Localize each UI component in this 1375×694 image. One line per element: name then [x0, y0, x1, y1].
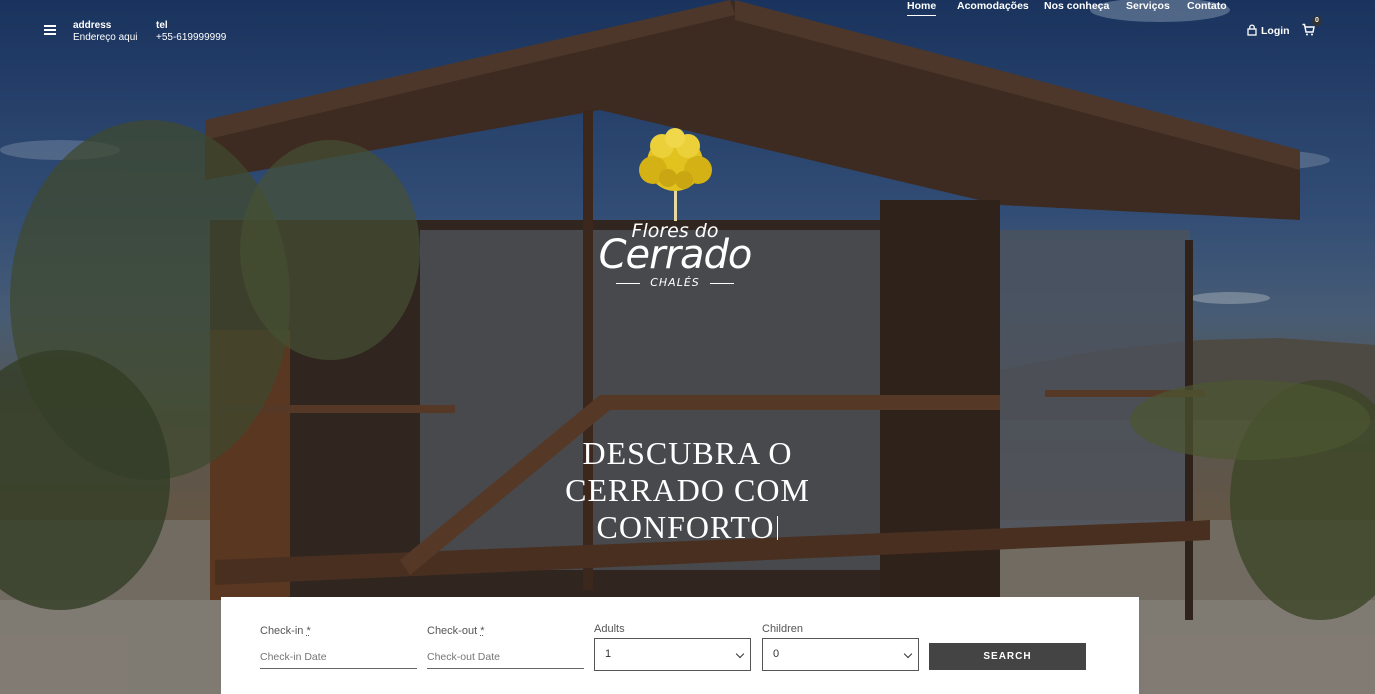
search-button[interactable]: SEARCH: [929, 643, 1086, 670]
yellow-tree-icon: [639, 128, 712, 221]
hamburger-menu-icon[interactable]: [44, 25, 56, 35]
logo-text-cerrado: Cerrado: [598, 232, 753, 278]
login-label: Login: [1261, 25, 1290, 37]
booking-form: Check-in * Check-out * Adults 1 Children…: [221, 597, 1139, 694]
address-label: address: [73, 20, 112, 31]
children-select[interactable]: 0: [762, 638, 919, 671]
children-selected-value: 0: [773, 648, 780, 660]
hero-section: [0, 0, 1375, 694]
checkout-required-mark: *: [480, 625, 485, 637]
headline-line-3: CONFORTO: [596, 509, 775, 545]
children-label: Children: [762, 623, 803, 635]
tel-label: tel: [156, 20, 168, 31]
tel-info: tel +55-619999999: [156, 20, 226, 44]
address-value: Endereço aqui: [73, 32, 138, 43]
checkout-date-input[interactable]: [427, 645, 584, 669]
hero-headline: DESCUBRA O CERRADO COM CONFORTO: [500, 435, 875, 546]
typing-caret: [777, 516, 779, 540]
checkout-field: Check-out *: [427, 625, 584, 669]
checkin-required-mark: *: [306, 625, 311, 637]
nav-nos-conheca[interactable]: Nos conheça: [1044, 0, 1109, 12]
adults-selected-value: 1: [605, 648, 612, 660]
brand-logo: Flores do Cerrado CHALÉS: [590, 128, 760, 293]
headline-line-1: DESCUBRA O: [582, 435, 793, 471]
children-field: Children 0: [762, 623, 919, 671]
lock-icon: [1247, 24, 1257, 36]
address-info: address Endereço aqui: [73, 20, 138, 44]
checkin-date-input[interactable]: [260, 645, 417, 669]
tel-value: +55-619999999: [156, 32, 227, 43]
checkin-field: Check-in *: [260, 625, 417, 669]
adults-field: Adults 1: [594, 623, 751, 671]
nav-servicos[interactable]: Serviços: [1126, 0, 1170, 12]
login-link[interactable]: Login: [1247, 24, 1290, 37]
hero-overlay: [0, 0, 1375, 694]
cart-count-badge: 0: [1312, 16, 1322, 26]
checkin-label: Check-in *: [260, 625, 311, 637]
headline-line-2: CERRADO COM: [565, 472, 810, 508]
nav-acomodacoes[interactable]: Acomodações: [957, 0, 1029, 12]
checkout-label: Check-out *: [427, 625, 485, 637]
site-header: address Endereço aqui tel +55-619999999 …: [0, 0, 1375, 62]
nav-home[interactable]: Home: [907, 0, 937, 16]
adults-select[interactable]: 1: [594, 638, 751, 671]
nav-contato[interactable]: Contato: [1187, 0, 1227, 12]
adults-label: Adults: [594, 623, 625, 635]
logo-text-chales: CHALÉS: [590, 276, 760, 289]
